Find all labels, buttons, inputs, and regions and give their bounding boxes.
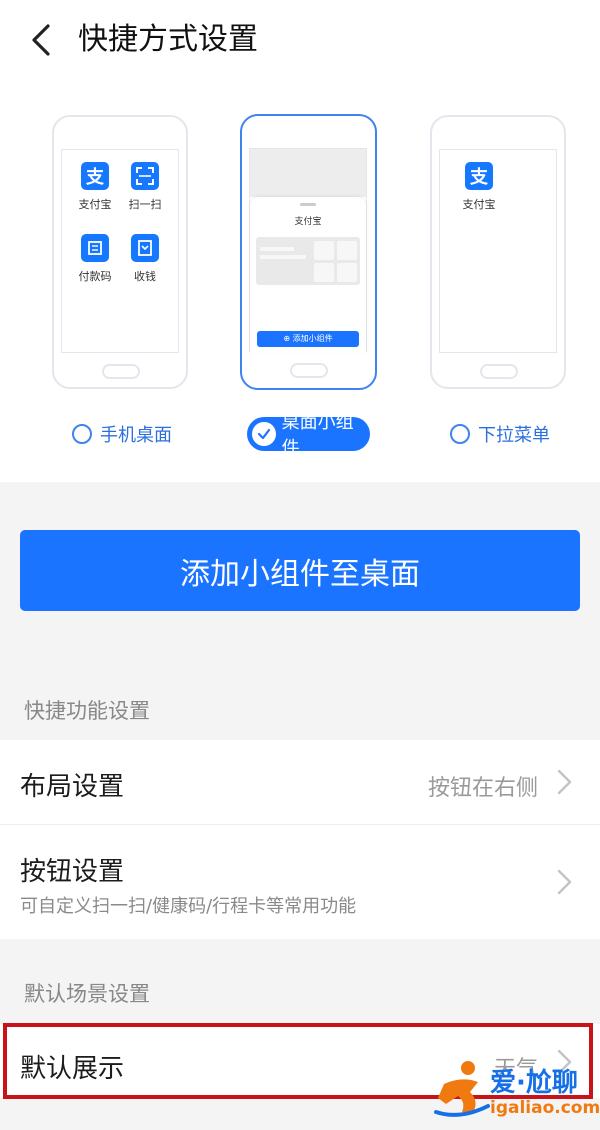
radio-home-screen[interactable]: 手机桌面 <box>72 417 172 451</box>
phone-home-button <box>102 364 140 379</box>
page-title: 快捷方式设置 <box>78 22 258 57</box>
chevron-right-icon <box>557 769 572 795</box>
app-label: 付款码 <box>78 270 112 283</box>
phone-screen: 支 支付宝 扫一扫 付款码 收钱 <box>61 149 179 353</box>
radio-circle-icon <box>450 424 470 444</box>
app-label: 扫一扫 <box>128 198 162 211</box>
row-title: 布局设置 <box>20 772 125 802</box>
collect-money-icon <box>131 234 159 262</box>
widget-title: 支付宝 <box>294 217 322 227</box>
radio-circle-icon <box>72 424 92 444</box>
running-figure-logo-icon <box>434 1061 490 1117</box>
widget-preview <box>256 237 360 285</box>
sheet-handle <box>300 203 316 206</box>
radio-label: 手机桌面 <box>100 425 172 446</box>
phone-screen: 支 支付宝 <box>439 149 557 353</box>
chevron-left-icon[interactable] <box>26 22 62 58</box>
app-tile-collect-money: 收钱 <box>124 234 166 284</box>
alipay-icon: 支 <box>465 162 493 190</box>
app-tile-alipay: 支 支付宝 <box>74 162 116 212</box>
section-title-default-scene: 默认场景设置 <box>24 982 150 1006</box>
button-settings-row[interactable]: 按钮设置 可自定义扫一扫/健康码/行程卡等常用功能 <box>0 825 600 939</box>
radio-label: 下拉菜单 <box>478 425 550 446</box>
phone-preview-home-screen[interactable]: 支 支付宝 扫一扫 付款码 收钱 <box>52 115 188 389</box>
radio-widget[interactable]: 桌面小组件 <box>247 412 370 459</box>
widget-add-label: 添加小组件 <box>292 334 333 343</box>
phone-preview-pulldown-menu[interactable]: 支 支付宝 <box>430 115 566 389</box>
scan-icon <box>131 162 159 190</box>
widget-backdrop <box>250 149 366 197</box>
alipay-icon: 支 <box>81 162 109 190</box>
payment-code-icon <box>81 234 109 262</box>
site-watermark: 爱·尬聊 igaliao.com <box>432 1056 600 1122</box>
chevron-right-icon <box>557 869 572 895</box>
app-tile-payment-code: 付款码 <box>74 234 116 284</box>
watermark-url: igaliao.com <box>490 1098 600 1118</box>
app-label: 收钱 <box>134 270 156 283</box>
phone-preview-widget[interactable]: 支付宝 ⊕ 添加小组件 <box>240 114 377 390</box>
radio-label: 桌面小组件 <box>281 412 354 459</box>
phone-home-button <box>290 363 328 378</box>
plus-circle-icon: ⊕ <box>283 334 291 343</box>
add-widget-to-desktop-button[interactable]: 添加小组件至桌面 <box>20 530 580 611</box>
svg-text:支: 支 <box>469 166 489 188</box>
phone-home-button <box>480 364 518 379</box>
app-label: 支付宝 <box>78 198 112 211</box>
app-label: 支付宝 <box>462 198 496 211</box>
layout-settings-row[interactable]: 布局设置 按钮在右侧 <box>0 740 600 824</box>
check-circle-icon <box>252 422 276 446</box>
app-tile-scan: 扫一扫 <box>124 162 166 212</box>
row-title: 按钮设置 <box>20 857 125 887</box>
section-title-shortcut-settings: 快捷功能设置 <box>24 699 150 723</box>
svg-text:支: 支 <box>85 166 105 188</box>
row-value: 按钮在右侧 <box>427 776 538 801</box>
watermark-name: 爱·尬聊 <box>490 1068 578 1098</box>
row-subtitle: 可自定义扫一扫/健康码/行程卡等常用功能 <box>20 896 357 917</box>
widget-card: 支付宝 ⊕ 添加小组件 <box>250 197 366 353</box>
radio-pulldown-menu[interactable]: 下拉菜单 <box>450 417 550 451</box>
phone-screen: 支付宝 ⊕ 添加小组件 <box>249 148 367 353</box>
top-bar: 快捷方式设置 <box>0 0 600 80</box>
shortcut-mode-picker: 支 支付宝 扫一扫 付款码 收钱 支付宝 ⊕ 添加小组件 支 支付宝 手机桌面 … <box>0 80 600 482</box>
widget-add-button: ⊕ 添加小组件 <box>257 331 359 347</box>
app-tile-alipay: 支 支付宝 <box>458 162 500 212</box>
